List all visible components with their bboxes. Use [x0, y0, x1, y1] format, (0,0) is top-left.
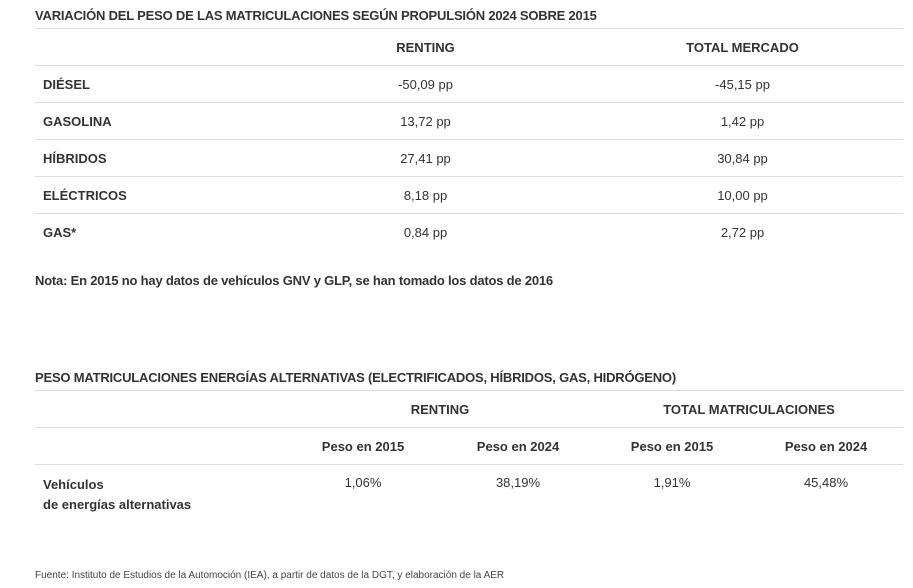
table-row: GAS* 0,84 pp 2,72 pp: [35, 214, 903, 251]
row-label-gas: GAS*: [43, 224, 77, 240]
table1-header-total: TOTAL MERCADO: [582, 28, 903, 66]
table1-header-row: RENTING TOTAL MERCADO: [35, 28, 903, 66]
source-footnote: Fuente: Instituto de Estudios de la Auto…: [35, 570, 505, 581]
table1-header-renting: RENTING: [269, 28, 582, 66]
table-row: HÍBRIDOS 27,41 pp 30,84 pp: [35, 139, 903, 177]
subheader-total-2024: Peso en 2024: [749, 427, 904, 465]
table2-sub-header-row: Peso en 2015 Peso en 2024 Peso en 2015 P…: [35, 427, 904, 465]
table2-header-empty: [35, 390, 285, 428]
subheader-renting-2024: Peso en 2024: [441, 427, 595, 465]
row-label-line2: de energías alternativas: [43, 497, 192, 512]
table1-note: Nota: En 2015 no hay datos de vehículos …: [35, 273, 553, 288]
renting-value: 0,84 pp: [403, 224, 448, 240]
total-value: 10,00 pp: [582, 176, 903, 214]
row-label-electricos: ELÉCTRICOS: [35, 176, 269, 214]
table2-subheader-empty: [35, 427, 285, 465]
row-label-diesel: DIÉSEL: [35, 65, 269, 103]
table2-group-header-row: RENTING TOTAL MATRICULACIONES: [35, 390, 904, 428]
row-label-hibridos: HÍBRIDOS: [35, 139, 269, 177]
renting-2015-value: 1,06%: [344, 475, 382, 490]
renting-value: 27,41 pp: [269, 139, 582, 177]
table1-header-empty: [35, 28, 269, 66]
alternative-energy-table: RENTING TOTAL MATRICULACIONES Peso en 20…: [35, 390, 904, 521]
table-row: ELÉCTRICOS 8,18 pp 10,00 pp: [35, 176, 903, 214]
total-value: 1,42 pp: [582, 102, 903, 140]
propulsion-variation-table: RENTING TOTAL MERCADO DIÉSEL -50,09 pp -…: [35, 28, 903, 250]
renting-value: -50,09 pp: [269, 65, 582, 103]
row-label-line1: Vehículos: [43, 477, 104, 492]
table2-title: PESO MATRICULACIONES ENERGÍAS ALTERNATIV…: [35, 370, 676, 385]
subheader-total-2015: Peso en 2015: [595, 427, 749, 465]
renting-2024-value: 38,19%: [495, 475, 541, 490]
row-label-alternative-vehicles: Vehículos de energías alternativas: [35, 465, 285, 521]
table-row: GASOLINA 13,72 pp 1,42 pp: [35, 102, 903, 140]
table2-header-renting: RENTING: [285, 390, 595, 428]
total-2024-value: 45,48%: [803, 475, 849, 490]
table1-title: VARIACIÓN DEL PESO DE LAS MATRICULACIONE…: [35, 8, 597, 23]
total-value: -45,15 pp: [582, 65, 903, 103]
row-label-gasolina: GASOLINA: [35, 102, 269, 140]
renting-value: 13,72 pp: [269, 102, 582, 140]
table-row: DIÉSEL -50,09 pp -45,15 pp: [35, 65, 903, 103]
total-value: 2,72 pp: [720, 224, 765, 240]
table-row: Vehículos de energías alternativas 1,06%…: [35, 465, 903, 521]
table2-header-total: TOTAL MATRICULACIONES: [595, 390, 904, 428]
total-value: 30,84 pp: [582, 139, 903, 177]
subheader-renting-2015: Peso en 2015: [285, 427, 441, 465]
renting-value: 8,18 pp: [269, 176, 582, 214]
total-2015-value: 1,91%: [653, 475, 691, 490]
